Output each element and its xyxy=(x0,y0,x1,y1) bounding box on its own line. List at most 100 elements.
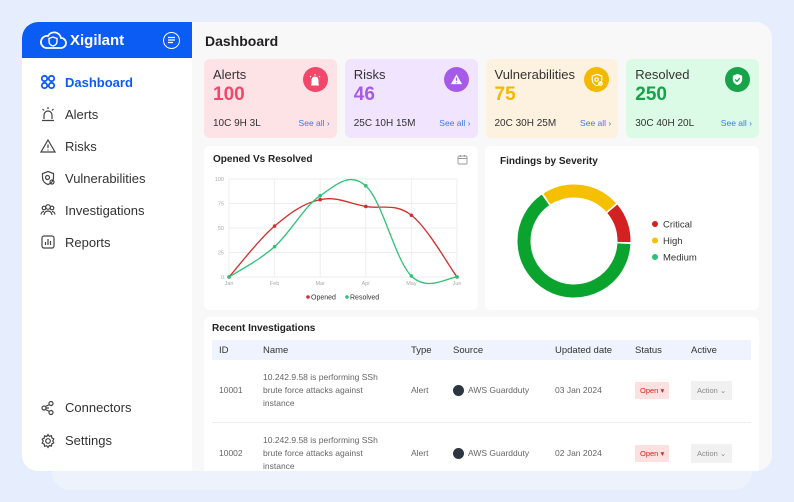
sidebar-item-label: Risks xyxy=(65,138,97,154)
shield-bug-icon xyxy=(591,73,603,86)
legend-label-medium: Medium xyxy=(663,253,697,264)
card-vulnerabilities[interactable]: Vulnerabilities 75 20C 30H 25M See all › xyxy=(485,59,619,138)
y-tick-label: 50 xyxy=(218,226,224,232)
col-source: Source xyxy=(453,344,484,356)
data-point-resolved xyxy=(318,193,322,198)
sidebar-item-investigations[interactable]: Investigations xyxy=(22,194,192,226)
x-tick-label: Jan xyxy=(225,281,234,287)
cell-name[interactable]: 10.242.9.58 is performing SSh brute forc… xyxy=(256,422,404,471)
action-label: Action xyxy=(697,448,718,458)
legend-marker-high xyxy=(652,237,658,244)
y-tick-label: 75 xyxy=(218,202,224,208)
action-label: Action xyxy=(697,386,718,396)
cell-source: AWS Guardduty xyxy=(446,360,548,423)
card-resolved[interactable]: Resolved 250 30C 40H 20L See all › xyxy=(626,59,759,138)
sidebar-bottom-nav: Connectors Settings xyxy=(22,391,192,457)
sidebar-item-label: Alerts xyxy=(65,106,99,122)
data-point-opened xyxy=(364,204,368,209)
legend-marker-medium xyxy=(652,254,658,260)
action-dropdown[interactable]: Action ⌄ xyxy=(691,443,733,463)
hamburger-icon xyxy=(168,36,175,44)
data-point-resolved xyxy=(364,184,368,188)
sidebar-item-reports[interactable]: Reports xyxy=(22,226,192,258)
sidebar-item-connectors[interactable]: Connectors xyxy=(22,391,192,424)
cell-source: AWS Guardduty xyxy=(446,422,548,471)
data-point-opened xyxy=(318,197,322,202)
data-point-resolved xyxy=(272,244,277,249)
grid-icon xyxy=(40,74,56,90)
sidebar-item-label: Dashboard xyxy=(65,74,133,90)
warning-icon xyxy=(450,74,462,85)
sidebar: Xigilant Dashboard Alerts Risks Vulnerab… xyxy=(22,22,192,471)
logo[interactable]: Xigilant xyxy=(39,30,124,50)
bar-chart-icon xyxy=(41,235,55,249)
legend-marker-resolved xyxy=(345,295,349,299)
status-label: Open xyxy=(640,448,659,458)
sidebar-item-risks[interactable]: Risks xyxy=(22,130,192,162)
menu-toggle-button[interactable] xyxy=(163,31,180,49)
sidebar-item-label: Connectors xyxy=(65,400,132,415)
cell-id: 10001 xyxy=(212,360,256,423)
cell-active: Action ⌄ xyxy=(684,422,751,471)
line-chart-panel: Opened Vs Resolved 0 25 50 75 100 Jan Feb Mar Ap… xyxy=(204,146,478,310)
table-title: Recent Investigations xyxy=(212,323,316,334)
main-content: Dashboard Alerts 100 10C 9H 3L See all ›… xyxy=(192,22,772,471)
col-updated-date: Updated date xyxy=(555,344,613,356)
shield-check-icon xyxy=(732,73,743,86)
sidebar-item-label: Investigations xyxy=(65,202,145,218)
cell-active: Action ⌄ xyxy=(684,360,751,423)
sidebar-nav: Dashboard Alerts Risks Vulnerabilities I… xyxy=(22,58,192,258)
brand-name: Xigilant xyxy=(70,31,125,49)
y-tick-label: 100 xyxy=(215,177,224,183)
cell-date: 02 Jan 2024 xyxy=(548,422,628,471)
see-all-link[interactable]: See all › xyxy=(580,118,611,128)
status-dropdown[interactable]: Open ▾ xyxy=(635,444,670,462)
card-alerts[interactable]: Alerts 100 10C 9H 3L See all › xyxy=(204,59,337,138)
x-tick-label: Jun xyxy=(453,281,462,287)
cell-name[interactable]: 10.242.9.58 is performing SSh brute forc… xyxy=(256,360,404,423)
sidebar-item-label: Reports xyxy=(65,234,111,250)
see-all-link[interactable]: See all › xyxy=(439,118,470,128)
card-risks[interactable]: Risks 46 25C 10H 15M See all › xyxy=(344,59,478,138)
see-all-link[interactable]: See all › xyxy=(721,118,752,128)
page-title: Dashboard xyxy=(205,33,279,49)
legend-marker-critical xyxy=(652,221,658,227)
cell-type: Alert xyxy=(404,360,446,423)
shield-bug-icon xyxy=(41,170,55,186)
sidebar-item-vulnerabilities[interactable]: Vulnerabilities xyxy=(22,162,192,194)
cell-id: 10002 xyxy=(212,422,256,471)
cell-status: Open ▾ xyxy=(628,422,684,471)
aws-guardduty-icon xyxy=(453,385,464,397)
x-tick-label: May xyxy=(406,281,417,287)
line-chart: 0 25 50 75 100 Jan Feb Mar Apr May Jun Opened Resolv… xyxy=(215,177,462,302)
series-line-opened xyxy=(228,198,458,278)
see-all-label: See all xyxy=(720,118,747,128)
action-dropdown[interactable]: Action ⌄ xyxy=(691,381,733,401)
sidebar-item-settings[interactable]: Settings xyxy=(22,424,192,457)
donut-slice-high xyxy=(543,184,616,213)
sidebar-item-label: Settings xyxy=(65,433,112,448)
col-id: ID xyxy=(219,344,229,356)
donut-chart-panel: Findings by Severity Critical High Medium xyxy=(485,146,759,310)
recent-investigations-panel: Recent Investigations ID Name Type Sourc… xyxy=(204,317,759,471)
cloud-shield-icon xyxy=(40,31,67,49)
see-all-link[interactable]: See all › xyxy=(299,118,330,128)
legend-label-high: High xyxy=(663,236,683,247)
card-breakdown: 10C 9H 3L xyxy=(213,118,261,129)
source-label: AWS Guardduty xyxy=(468,447,530,458)
table-row[interactable]: 10001 10.242.9.58 is performing SSh brut… xyxy=(212,360,751,423)
sidebar-item-alerts[interactable]: Alerts xyxy=(22,98,192,130)
sidebar-item-dashboard[interactable]: Dashboard xyxy=(22,66,192,98)
source-label: AWS Guardduty xyxy=(468,385,530,396)
status-dropdown[interactable]: Open ▾ xyxy=(635,382,670,400)
data-point-resolved xyxy=(409,274,414,278)
card-icon xyxy=(725,67,750,92)
col-name: Name xyxy=(263,344,289,356)
see-all-label: See all xyxy=(439,118,466,128)
card-icon xyxy=(302,67,328,92)
donut-slice-critical xyxy=(607,204,631,243)
sidebar-item-label: Vulnerabilities xyxy=(65,170,146,186)
aws-guardduty-icon xyxy=(453,447,464,459)
table-row[interactable]: 10002 10.242.9.58 is performing SSh brut… xyxy=(212,422,751,471)
status-label: Open xyxy=(640,386,659,396)
